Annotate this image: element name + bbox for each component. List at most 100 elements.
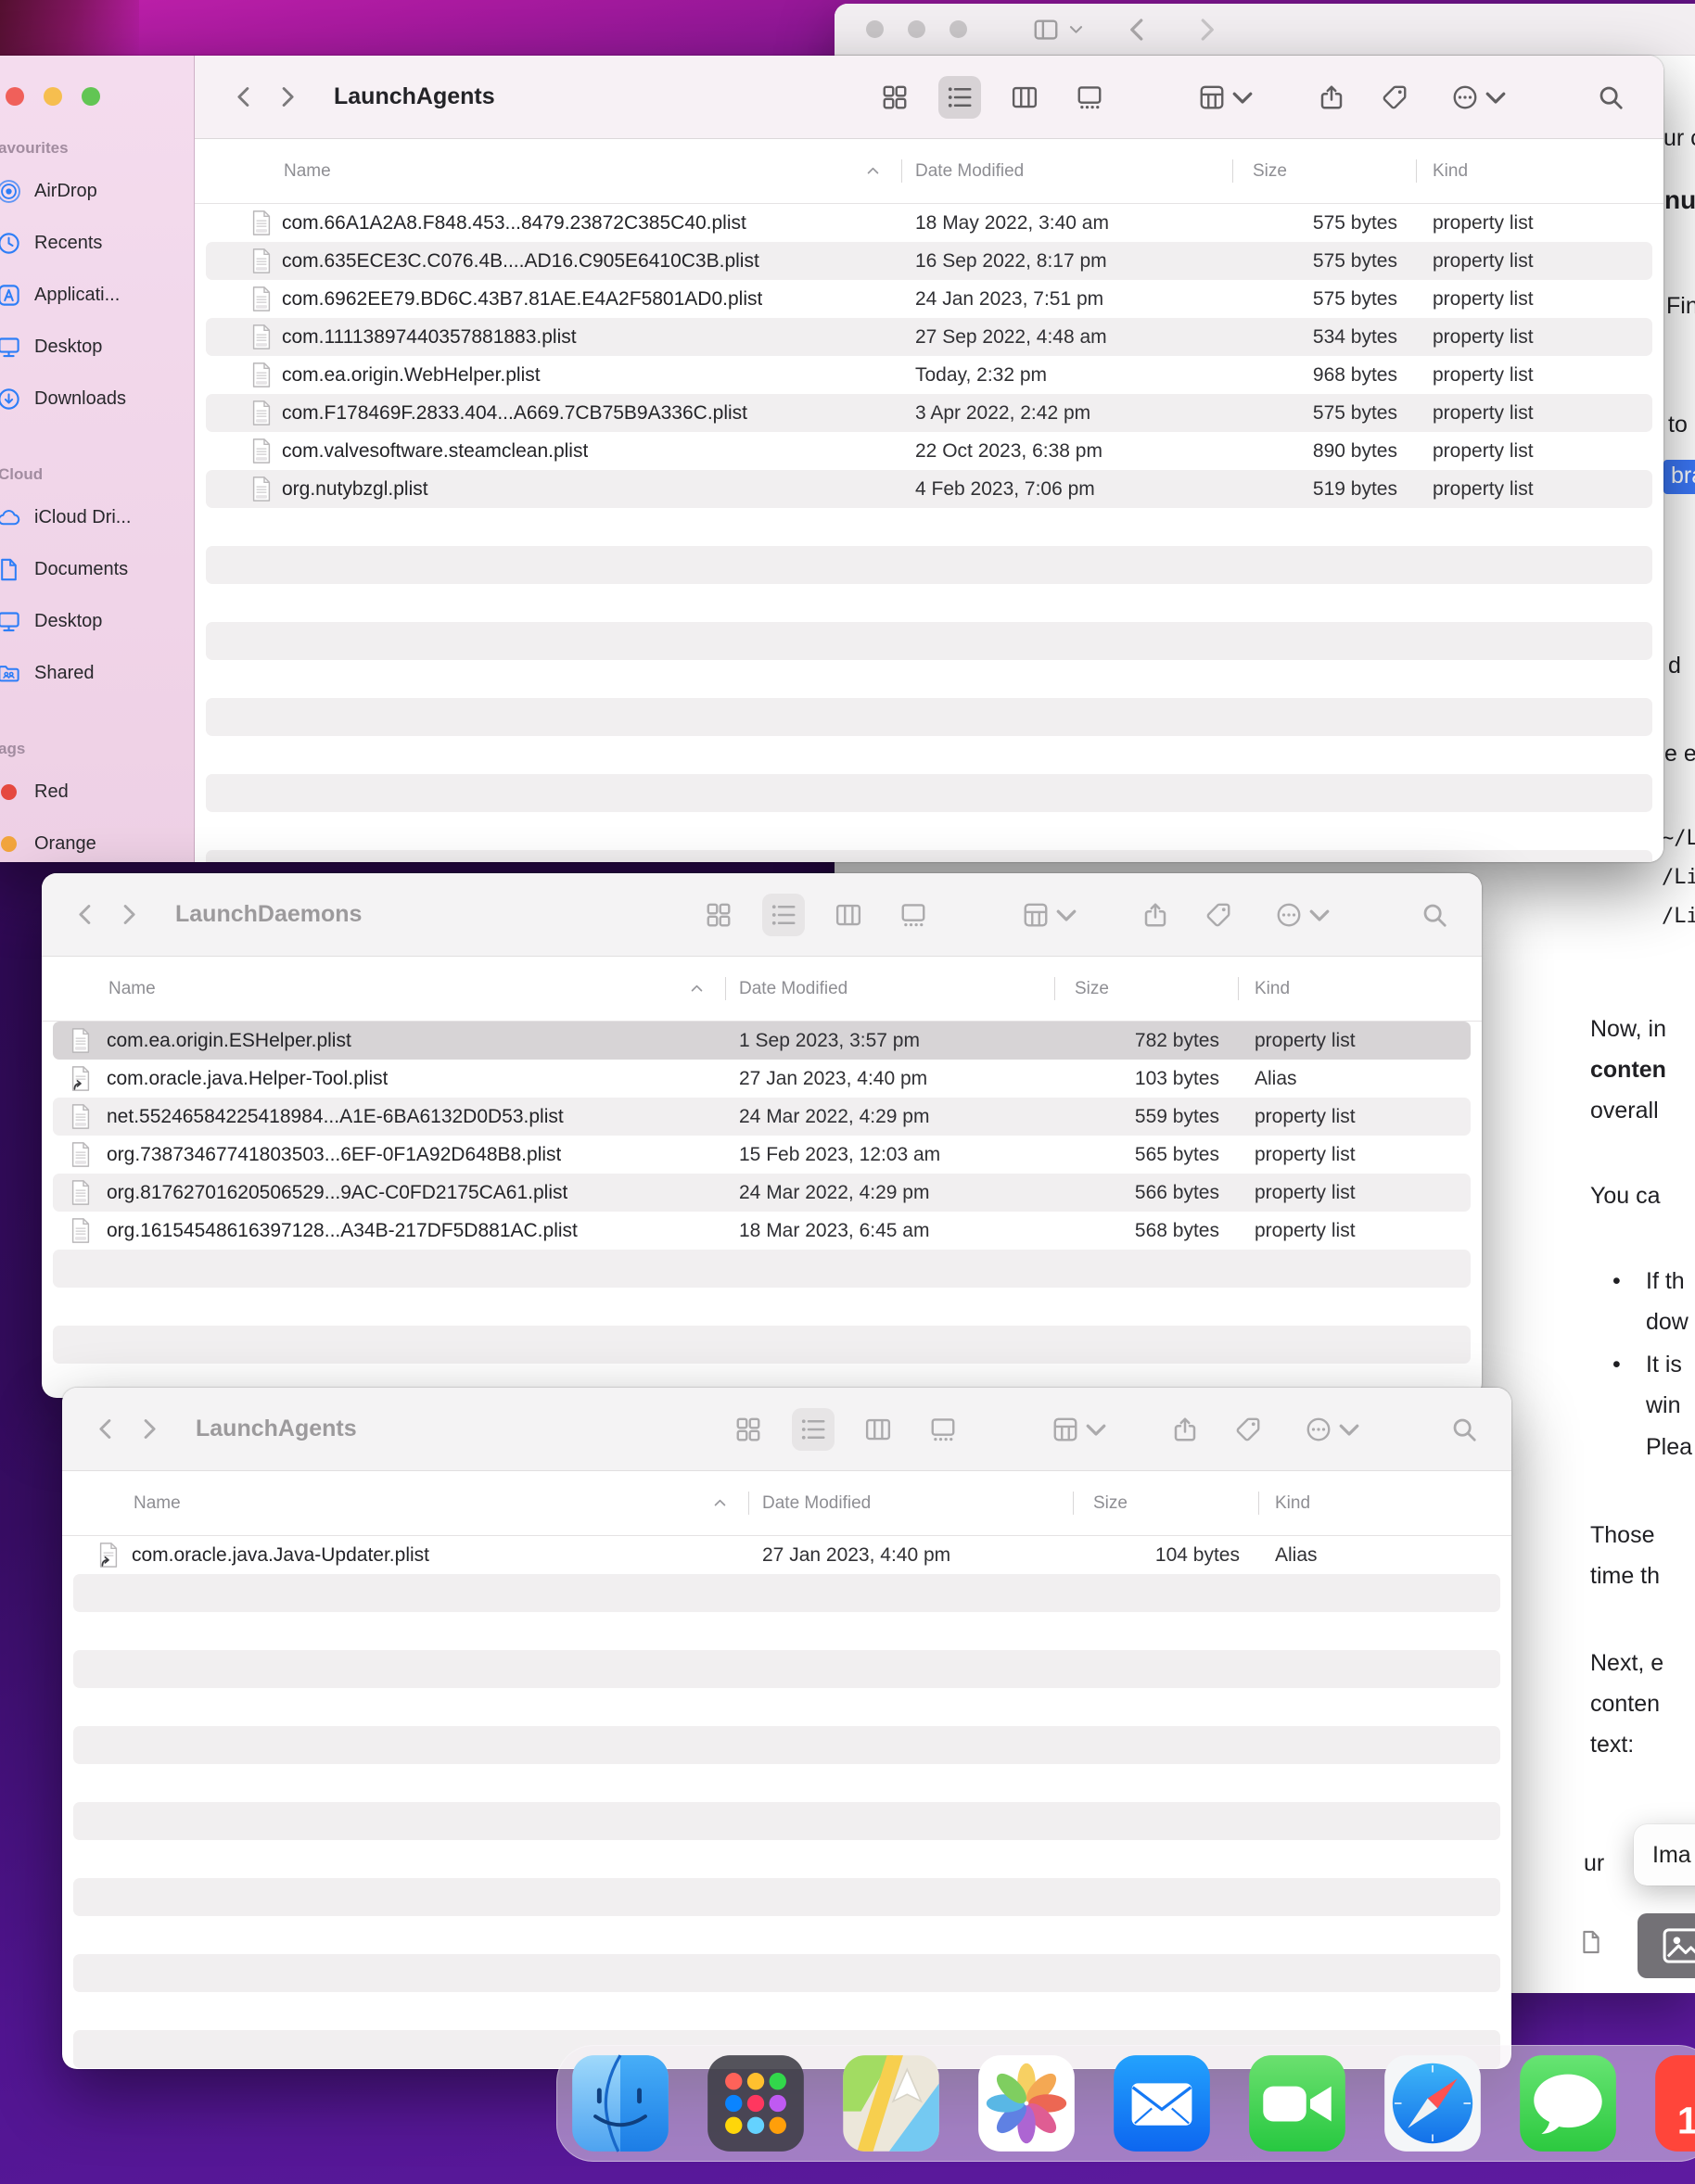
file-row[interactable]: org.nutybzgl.plist 4 Feb 2023, 7:06 pm 5… — [206, 470, 1652, 508]
file-row[interactable]: org.16154548616397128...A34B-217DF5D881A… — [53, 1212, 1471, 1250]
document-attachment-icon[interactable] — [1578, 1926, 1604, 1958]
column-header-date-modified[interactable]: Date Modified — [748, 1471, 1073, 1535]
column-header-name[interactable]: Name — [53, 957, 725, 1021]
column-header-size[interactable]: Size — [1054, 957, 1238, 1021]
sidebar-item-tag-red[interactable]: Red — [0, 766, 194, 818]
launchpad-icon — [707, 2055, 804, 2152]
sidebar-item-tag-orange[interactable]: Orange — [0, 818, 194, 862]
sidebar-item-documents[interactable]: Documents — [0, 543, 194, 595]
chevron-down-icon — [1229, 83, 1256, 111]
file-name: com.11113897440357881883.plist — [282, 325, 577, 348]
file-row[interactable]: com.oracle.java.Helper-Tool.plist 27 Jan… — [53, 1060, 1471, 1098]
search-button[interactable] — [1589, 76, 1632, 119]
group-button[interactable] — [1044, 1408, 1117, 1451]
column-header-kind[interactable]: Kind — [1416, 139, 1652, 203]
list-view-button[interactable] — [762, 893, 805, 936]
file-row[interactable]: org.81762701620506529...9AC-C0FD2175CA61… — [53, 1174, 1471, 1212]
column-view-button[interactable] — [857, 1408, 899, 1451]
dock-icon-facetime[interactable] — [1247, 2053, 1347, 2153]
file-row[interactable]: com.F178469F.2833.404...A669.7CB75B9A336… — [206, 394, 1652, 432]
tags-button[interactable] — [1227, 1408, 1269, 1451]
file-date: 24 Jan 2023, 7:51 pm — [915, 287, 1104, 310]
column-view-button[interactable] — [827, 894, 870, 936]
column-header-name[interactable]: Name — [73, 1471, 748, 1535]
gallery-view-button[interactable] — [922, 1408, 964, 1451]
dock-icon-mail[interactable] — [1112, 2053, 1212, 2153]
window-minimize-button[interactable] — [908, 20, 925, 38]
icon-view-button[interactable] — [873, 76, 916, 119]
list-view-button[interactable] — [792, 1407, 835, 1451]
forward-button[interactable] — [127, 1408, 170, 1451]
file-row[interactable]: com.valvesoftware.steamclean.plist 22 Oc… — [206, 432, 1652, 470]
sidebar-item-shared[interactable]: Shared — [0, 647, 194, 699]
column-header-date-modified[interactable]: Date Modified — [725, 957, 1054, 1021]
column-header-kind[interactable]: Kind — [1258, 1471, 1500, 1535]
more-actions-button[interactable] — [1297, 1408, 1370, 1451]
back-button[interactable] — [1124, 16, 1152, 44]
search-button[interactable] — [1443, 1408, 1485, 1451]
tags-button[interactable] — [1197, 894, 1240, 936]
dock-icon-partial-red-app[interactable]: 1 — [1653, 2053, 1695, 2153]
sidebar-chevron-button[interactable] — [1067, 20, 1085, 38]
file-row[interactable]: com.ea.origin.WebHelper.plist Today, 2:3… — [206, 356, 1652, 394]
forward-button[interactable] — [107, 894, 149, 936]
search-button[interactable] — [1413, 894, 1456, 936]
tags-button[interactable] — [1373, 76, 1416, 119]
forward-button[interactable] — [265, 76, 308, 119]
window-close-button[interactable] — [866, 20, 884, 38]
share-button[interactable] — [1134, 894, 1177, 936]
window-zoom-button[interactable] — [949, 20, 967, 38]
dock-icon-safari[interactable] — [1383, 2053, 1483, 2153]
icon-view-button[interactable] — [697, 894, 740, 936]
chevron-down-icon — [1052, 901, 1080, 929]
file-row[interactable]: net.55246584225418984...A1E-6BA6132D0D53… — [53, 1098, 1471, 1136]
share-button[interactable] — [1310, 76, 1353, 119]
minimize-button[interactable] — [44, 87, 62, 106]
icon-view-button[interactable] — [727, 1408, 770, 1451]
forward-button[interactable] — [1192, 16, 1220, 44]
back-button[interactable] — [223, 76, 265, 119]
dock-icon-messages[interactable] — [1518, 2053, 1618, 2153]
sidebar-item-applications[interactable]: Applicati... — [0, 269, 194, 321]
column-header-size[interactable]: Size — [1232, 139, 1416, 203]
gallery-view-button[interactable] — [892, 894, 935, 936]
image-popup[interactable]: Ima — [1634, 1824, 1695, 1886]
file-row[interactable]: com.635ECE3C.C076.4B....AD16.C905E6410C3… — [206, 242, 1652, 280]
file-row[interactable]: com.6962EE79.BD6C.43B7.81AE.E4A2F5801AD0… — [206, 280, 1652, 318]
column-header-size[interactable]: Size — [1073, 1471, 1258, 1535]
zoom-button[interactable] — [82, 87, 100, 106]
dock-icon-launchpad[interactable] — [706, 2053, 806, 2153]
sidebar-item-airdrop[interactable]: AirDrop — [0, 165, 194, 217]
file-row[interactable]: com.oracle.java.Java-Updater.plist 27 Ja… — [73, 1536, 1500, 1574]
sidebar-item-desktop[interactable]: Desktop — [0, 321, 194, 373]
dock-icon-photos[interactable] — [976, 2053, 1077, 2153]
list-view-button[interactable] — [938, 75, 981, 119]
sidebar-item-recents[interactable]: Recents — [0, 217, 194, 269]
dock-icon-maps[interactable] — [841, 2053, 941, 2153]
dock-icon-finder[interactable] — [570, 2053, 670, 2153]
share-button[interactable] — [1164, 1408, 1206, 1451]
file-row-selected[interactable]: com.ea.origin.ESHelper.plist 1 Sep 2023,… — [53, 1022, 1471, 1060]
image-attachment-icon[interactable] — [1638, 1913, 1695, 1978]
file-row[interactable]: com.11113897440357881883.plist 27 Sep 20… — [206, 318, 1652, 356]
column-header-date-modified[interactable]: Date Modified — [901, 139, 1232, 203]
column-header-kind[interactable]: Kind — [1238, 957, 1471, 1021]
back-button[interactable] — [64, 894, 107, 936]
column-header-name[interactable]: Name — [206, 139, 901, 203]
column-view-button[interactable] — [1003, 76, 1046, 119]
article-line: conten — [1590, 1691, 1661, 1717]
back-button[interactable] — [84, 1408, 127, 1451]
more-actions-button[interactable] — [1268, 894, 1341, 936]
close-button[interactable] — [6, 87, 24, 106]
group-button[interactable] — [1191, 76, 1264, 119]
more-actions-button[interactable] — [1444, 76, 1517, 119]
sidebar-toggle-button[interactable] — [1032, 16, 1060, 44]
sidebar-item-icloud-drive[interactable]: iCloud Dri... — [0, 491, 194, 543]
sidebar-item-downloads[interactable]: Downloads — [0, 373, 194, 425]
file-row[interactable]: com.66A1A2A8.F848.453...8479.23872C385C4… — [206, 204, 1652, 242]
group-button[interactable] — [1014, 894, 1088, 936]
chevron-down-icon — [1082, 1416, 1110, 1443]
sidebar-item-desktop-icloud[interactable]: Desktop — [0, 595, 194, 647]
file-row[interactable]: org.73873467741803503...6EF-0F1A92D648B8… — [53, 1136, 1471, 1174]
gallery-view-button[interactable] — [1068, 76, 1111, 119]
